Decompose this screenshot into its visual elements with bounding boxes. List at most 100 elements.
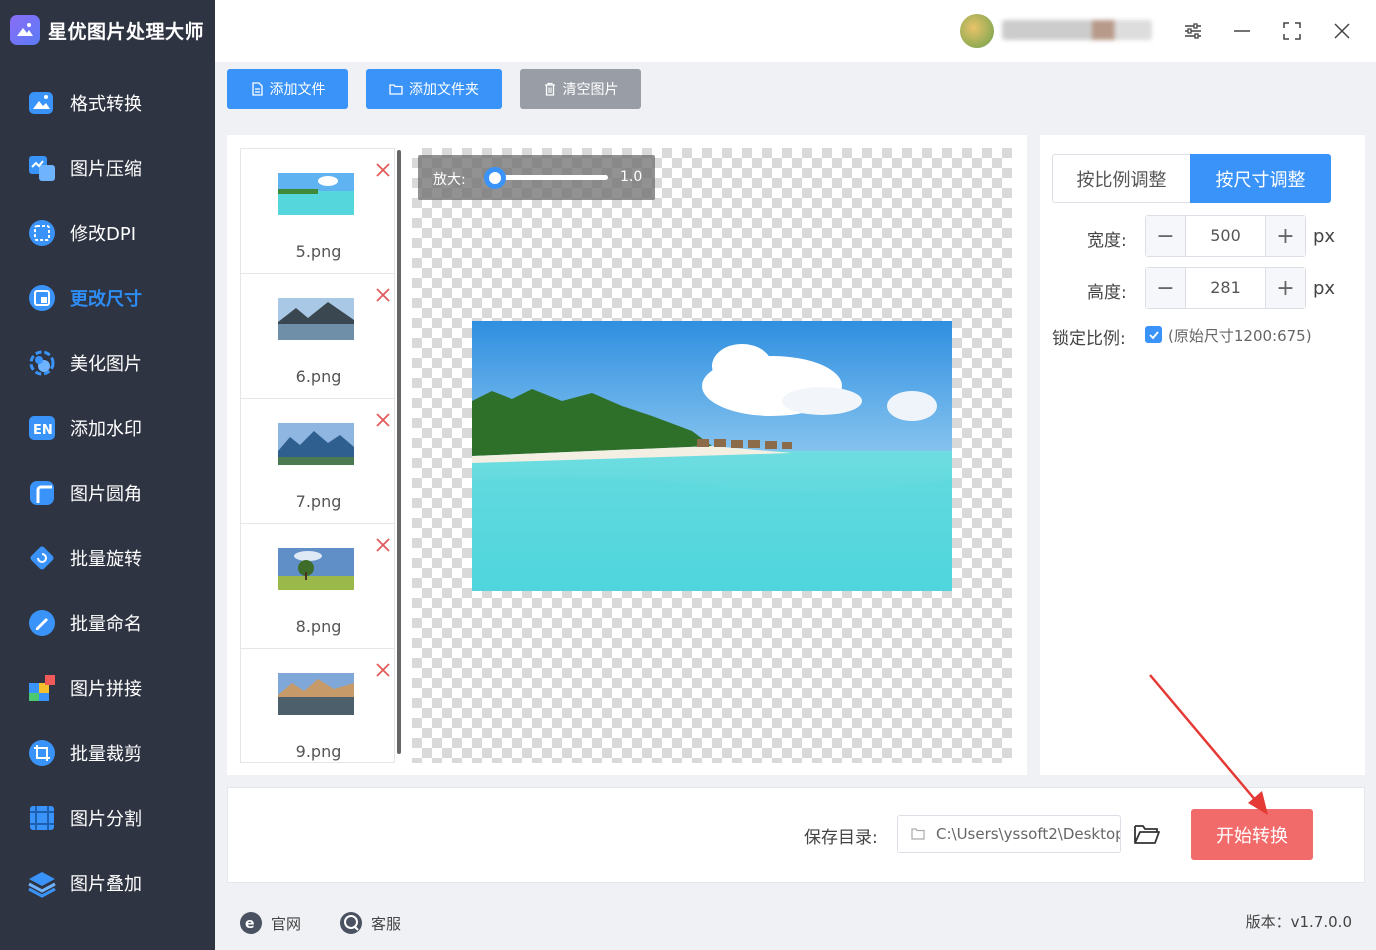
clear-images-button[interactable]: 清空图片	[520, 69, 641, 109]
delete-icon[interactable]	[374, 286, 392, 304]
close-icon[interactable]	[1327, 16, 1357, 46]
height-label: 高度:	[1087, 283, 1127, 303]
sidebar-item-dpi[interactable]: 修改DPI	[0, 207, 215, 259]
sidebar: 星优图片处理大师 格式转换 图片压缩 修改DPI 更改尺寸 美化图片 EN 添加…	[0, 0, 215, 950]
split-icon	[26, 802, 58, 834]
list-item[interactable]: 8.png	[241, 524, 394, 649]
zoom-slider-handle[interactable]	[484, 167, 506, 189]
file-icon	[251, 82, 263, 96]
sidebar-item-label: 图片叠加	[70, 874, 142, 895]
browse-folder-icon[interactable]	[1133, 822, 1161, 846]
sidebar-item-layers[interactable]: 图片叠加	[0, 857, 215, 909]
width-increment-button[interactable]: +	[1265, 216, 1305, 256]
file-name: 6.png	[295, 367, 342, 386]
width-input[interactable]: 500	[1186, 216, 1265, 256]
customer-service-link[interactable]: 客服	[339, 911, 401, 935]
app-header: 星优图片处理大师	[10, 12, 204, 48]
save-dir-label: 保存目录:	[804, 828, 878, 848]
sidebar-item-watermark[interactable]: EN 添加水印	[0, 402, 215, 454]
resize-icon	[26, 282, 58, 314]
thumbnail-image	[278, 673, 354, 715]
svg-text:EN: EN	[33, 423, 53, 438]
list-item[interactable]: 7.png	[241, 399, 394, 524]
sidebar-item-label: 修改DPI	[70, 224, 137, 245]
sidebar-item-label: 批量命名	[70, 614, 142, 635]
original-size-text: (原始尺寸1200:675)	[1168, 327, 1312, 345]
delete-icon[interactable]	[374, 161, 392, 179]
file-list-scrollbar[interactable]	[397, 150, 401, 754]
delete-icon[interactable]	[374, 536, 392, 554]
version-text: 版本：v1.7.0.0	[1245, 913, 1352, 931]
maximize-icon[interactable]	[1277, 16, 1307, 46]
file-name: 9.png	[295, 742, 342, 761]
sidebar-item-resize[interactable]: 更改尺寸	[0, 272, 215, 324]
checkmark-icon	[1148, 330, 1159, 339]
compress-icon	[26, 152, 58, 184]
clear-images-label: 清空图片	[562, 82, 619, 98]
zoom-slider-track[interactable]	[490, 175, 608, 180]
add-folder-label: 添加文件夹	[409, 82, 479, 98]
sidebar-item-format-convert[interactable]: 格式转换	[0, 77, 215, 129]
zoom-value: 1.0	[620, 169, 643, 185]
sidebar-item-label: 添加水印	[70, 419, 142, 440]
tab-scale-by-ratio[interactable]: 按比例调整	[1052, 154, 1191, 203]
sidebar-item-rename[interactable]: 批量命名	[0, 597, 215, 649]
sidebar-item-label: 图片圆角	[70, 484, 142, 505]
folder-icon	[911, 828, 925, 840]
file-name: 8.png	[295, 617, 342, 636]
sidebar-item-beautify[interactable]: 美化图片	[0, 337, 215, 389]
add-folder-button[interactable]: 添加文件夹	[366, 69, 502, 109]
delete-icon[interactable]	[374, 661, 392, 679]
crop-icon	[26, 737, 58, 769]
sidebar-item-label: 格式转换	[70, 94, 142, 115]
sidebar-item-puzzle[interactable]: 图片拼接	[0, 662, 215, 714]
save-dir-value: C:\Users\yssoft2\Desktop	[936, 825, 1121, 843]
image-convert-icon	[26, 87, 58, 119]
folder-icon	[389, 84, 403, 95]
delete-icon[interactable]	[374, 411, 392, 429]
file-list: 5.png 6.png 7.png 8.png 9.png	[240, 148, 395, 763]
list-item[interactable]: 6.png	[241, 274, 394, 399]
watermark-icon: EN	[26, 412, 58, 444]
list-item[interactable]: 9.png	[241, 649, 394, 762]
website-link[interactable]: e 官网	[239, 911, 301, 935]
thumbnail-image	[278, 423, 354, 465]
save-dir-field[interactable]: C:\Users\yssoft2\Desktop	[897, 815, 1121, 853]
file-name: 5.png	[295, 242, 342, 261]
width-unit: px	[1313, 226, 1336, 247]
minimize-icon[interactable]	[1227, 16, 1257, 46]
height-increment-button[interactable]: +	[1265, 268, 1305, 308]
tab-scale-by-size[interactable]: 按尺寸调整	[1190, 154, 1331, 203]
app-logo-icon	[10, 15, 40, 45]
footer: e 官网 客服 版本：v1.7.0.0	[215, 893, 1376, 950]
chat-icon	[340, 912, 362, 934]
layers-icon	[26, 867, 58, 899]
height-stepper: − 281 +	[1145, 267, 1306, 309]
height-input[interactable]: 281	[1186, 268, 1265, 308]
lock-ratio-label: 锁定比例:	[1052, 329, 1126, 349]
sidebar-item-label: 更改尺寸	[70, 289, 142, 310]
app-title: 星优图片处理大师	[48, 20, 205, 43]
avatar[interactable]	[960, 14, 994, 48]
add-file-button[interactable]: 添加文件	[227, 69, 348, 109]
sidebar-item-rotate[interactable]: 批量旋转	[0, 532, 215, 584]
height-decrement-button[interactable]: −	[1146, 268, 1186, 308]
list-item[interactable]: 5.png	[241, 149, 394, 274]
sidebar-item-crop[interactable]: 批量裁剪	[0, 727, 215, 779]
website-label: 官网	[271, 914, 302, 933]
sidebar-item-label: 批量裁剪	[70, 744, 142, 765]
puzzle-icon	[26, 672, 58, 704]
add-file-label: 添加文件	[269, 82, 326, 98]
preview-image	[472, 321, 952, 591]
sidebar-item-label: 美化图片	[70, 354, 142, 375]
lock-ratio-checkbox[interactable]	[1145, 326, 1162, 343]
file-name: 7.png	[295, 492, 342, 511]
settings-sliders-icon[interactable]	[1178, 16, 1208, 46]
width-decrement-button[interactable]: −	[1146, 216, 1186, 256]
sidebar-item-round-corner[interactable]: 图片圆角	[0, 467, 215, 519]
sidebar-item-split[interactable]: 图片分割	[0, 792, 215, 844]
height-unit: px	[1313, 278, 1336, 299]
sidebar-item-compress[interactable]: 图片压缩	[0, 142, 215, 194]
sidebar-item-label: 批量旋转	[70, 549, 142, 570]
sidebar-item-label: 图片压缩	[70, 159, 142, 180]
